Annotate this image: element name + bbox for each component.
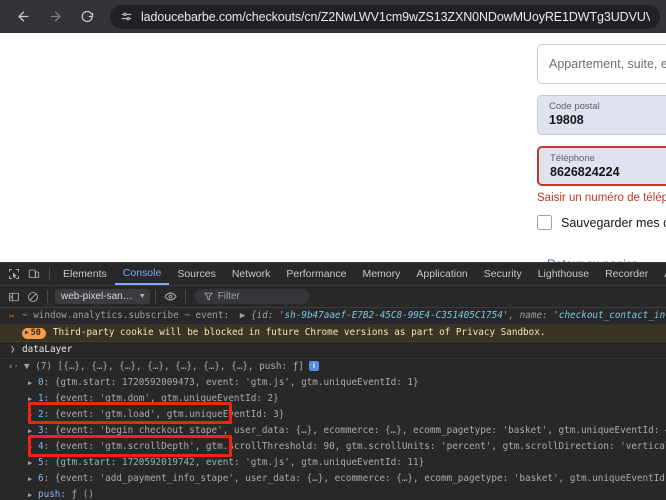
tab-recorder[interactable]: Recorder — [597, 263, 656, 285]
tab-elements[interactable]: Elements — [55, 263, 115, 285]
page-viewport: Appartement, suite, etc. Code postal 198… — [0, 33, 666, 262]
source-pin-icon: ✂ — [9, 312, 15, 322]
disclosure-triangle-icon[interactable]: ▶ — [240, 310, 246, 321]
reload-button[interactable] — [74, 4, 100, 30]
inspect-element-icon[interactable] — [4, 265, 24, 283]
apartment-placeholder: Appartement, suite, etc. — [549, 57, 666, 71]
filter-icon — [204, 292, 213, 301]
array-item-push[interactable]: ▶ push: ƒ () — [0, 487, 666, 500]
array-body-5: {gtm.start: 1720592019742, event: 'gtm.j… — [54, 457, 425, 468]
analytics-name-key: name — [519, 310, 543, 321]
tab-analytics[interactable]: Ana — [656, 263, 666, 285]
disclosure-triangle-icon[interactable]: ▶ — [28, 407, 32, 423]
array-index-push: push — [38, 489, 61, 500]
disclosure-triangle-icon[interactable]: ▶ — [28, 455, 32, 471]
console-row-result[interactable]: ‹· ▼ (7) [{…}, {…}, {…}, {…}, {…}, {…}, … — [0, 359, 666, 375]
live-expression-icon[interactable] — [161, 288, 180, 305]
array-item-6[interactable]: ▶ 6: {event: 'add_payment_info_stape', u… — [0, 471, 666, 487]
apartment-field[interactable]: Appartement, suite, etc. — [537, 44, 666, 84]
tab-network[interactable]: Network — [224, 263, 279, 285]
disclosure-triangle-icon[interactable]: ▶ — [28, 471, 32, 487]
array-body-0: {gtm.start: 1720592009473, event: 'gtm.j… — [54, 377, 419, 388]
back-button[interactable] — [10, 4, 36, 30]
tab-performance[interactable]: Performance — [278, 263, 354, 285]
array-body-2: {event: 'gtm.load', gtm.uniqueEventId: 3… — [54, 409, 285, 420]
tab-security[interactable]: Security — [476, 263, 530, 285]
array-body-4: {event: 'gtm.scrollDepth', gtm.scrollThr… — [54, 441, 666, 452]
console-toolbar: web-pixel-san… ▼ Filter — [0, 286, 666, 308]
result-disclosure-icon[interactable]: ▼ — [24, 361, 30, 372]
devtools-panel: Elements Console Sources Network Perform… — [0, 262, 666, 500]
array-item-0[interactable]: ▶ 0: {gtm.start: 1720592009473, event: '… — [0, 375, 666, 391]
forward-button[interactable] — [42, 4, 68, 30]
console-sidebar-icon[interactable] — [4, 288, 23, 305]
checkout-form: Appartement, suite, etc. Code postal 198… — [537, 33, 666, 262]
address-bar[interactable]: ladoucebarbe.com/checkouts/cn/Z2NwLWV1cm… — [110, 4, 660, 29]
clear-console-icon[interactable] — [23, 288, 42, 305]
analytics-id-value: 'sh-9b47aaef-E7B2-45C8-99E4-C351405C1754… — [278, 310, 509, 321]
save-info-label: Sauvegarder mes coo — [561, 215, 666, 230]
tab-console[interactable]: Console — [114, 263, 170, 285]
array-body-6: {event: 'add_payment_info_stape', user_d… — [54, 473, 666, 484]
disclosure-triangle-icon[interactable]: ▶ — [28, 391, 32, 407]
phone-label: Téléphone — [550, 153, 595, 164]
console-filter-input[interactable]: Filter — [194, 289, 309, 304]
array-item-5[interactable]: ▶ 5: {gtm.start: 1720592019742, event: '… — [0, 455, 666, 471]
console-toolbar-divider-1 — [47, 290, 48, 303]
warning-count-badge[interactable]: ▶ 50 — [22, 327, 46, 339]
console-row-analytics[interactable]: ✂ ~ window.analytics.subscribe ~ event: … — [0, 308, 666, 325]
site-settings-icon[interactable] — [120, 10, 133, 23]
console-filter-placeholder: Filter — [217, 291, 240, 302]
disclosure-triangle-icon[interactable]: ▶ — [28, 375, 32, 391]
js-context-selector[interactable]: web-pixel-san… ▼ — [55, 289, 150, 304]
url-text: ladoucebarbe.com/checkouts/cn/Z2NwLWV1cm… — [141, 9, 650, 24]
disclosure-triangle-icon[interactable]: ▶ — [28, 423, 32, 439]
warning-count: 50 — [30, 328, 41, 338]
phone-error-message: Saisir un numéro de téléph — [537, 192, 666, 204]
array-body-3: {event: 'begin_checkout_stape', user_dat… — [54, 425, 666, 436]
browser-toolbar: ladoucebarbe.com/checkouts/cn/Z2NwLWV1cm… — [0, 0, 666, 33]
output-arrow-icon: ‹· — [8, 362, 19, 372]
save-info-checkbox[interactable] — [537, 215, 552, 230]
array-item-3[interactable]: ▶ 3: {event: 'begin_checkout_stape', use… — [0, 423, 666, 439]
badge-expand-icon: ▶ — [25, 329, 29, 336]
warning-text: Third-party cookie will be blocked in fu… — [52, 327, 546, 338]
browser-window: ladoucebarbe.com/checkouts/cn/Z2NwLWV1cm… — [0, 0, 666, 500]
phone-value: 8626824224 — [550, 165, 620, 179]
input-arrow-icon: ❯ — [10, 345, 16, 355]
js-context-label: web-pixel-san… — [61, 291, 133, 302]
console-row-input[interactable]: ❯ dataLayer — [0, 342, 666, 359]
postal-code-field[interactable]: Code postal 19808 — [537, 95, 666, 135]
console-output[interactable]: ✂ ~ window.analytics.subscribe ~ event: … — [0, 308, 666, 500]
toolbar-divider — [49, 267, 50, 281]
tab-lighthouse[interactable]: Lighthouse — [530, 263, 597, 285]
analytics-name-value: 'checkout_contact_info_submitted' — [553, 310, 666, 321]
array-body-1: {event: 'gtm.dom', gtm.uniqueEventId: 2} — [54, 393, 279, 404]
analytics-prefix: ~ window.analytics.subscribe ~ event: — [22, 310, 230, 321]
chevron-down-icon: ▼ — [138, 293, 146, 300]
array-body-push: ƒ () — [71, 489, 94, 500]
postal-code-value: 19808 — [549, 113, 584, 127]
console-row-warning[interactable]: ▶ 50 Third-party cookie will be blocked in… — [0, 325, 666, 342]
console-toolbar-divider-3 — [184, 290, 186, 303]
analytics-id-key: id — [256, 310, 268, 321]
tab-application[interactable]: Application — [408, 263, 475, 285]
device-toolbar-icon[interactable] — [24, 265, 44, 283]
save-info-row[interactable]: Sauvegarder mes coo — [537, 215, 666, 230]
postal-code-label: Code postal — [549, 101, 600, 112]
disclosure-triangle-icon[interactable]: ▶ — [28, 487, 32, 500]
phone-field[interactable]: Téléphone 8626824224 — [537, 146, 666, 186]
tab-sources[interactable]: Sources — [169, 263, 224, 285]
disclosure-triangle-icon[interactable]: ▶ — [28, 439, 32, 455]
console-toolbar-divider-2 — [154, 290, 156, 303]
console-input-text: dataLayer — [22, 344, 73, 355]
array-item-4[interactable]: ▶ 4: {event: 'gtm.scrollDepth', gtm.scro… — [0, 439, 666, 455]
array-item-1[interactable]: ▶ 1: {event: 'gtm.dom', gtm.uniqueEventI… — [0, 391, 666, 407]
tab-memory[interactable]: Memory — [354, 263, 408, 285]
info-badge-icon[interactable]: i — [308, 361, 319, 371]
array-item-2[interactable]: ▶ 2: {event: 'gtm.load', gtm.uniqueEvent… — [0, 407, 666, 423]
devtools-tabbar: Elements Console Sources Network Perform… — [0, 263, 666, 286]
result-text: (7) [{…}, {…}, {…}, {…}, {…}, {…}, {…}, … — [35, 361, 304, 372]
